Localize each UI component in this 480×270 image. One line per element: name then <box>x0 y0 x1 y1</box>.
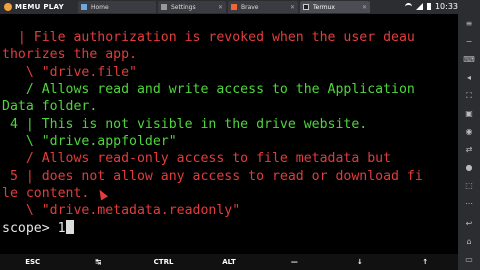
close-icon[interactable]: ✕ <box>362 4 367 11</box>
terminal-line: | File authorization is revoked when the… <box>2 30 415 45</box>
tab-label: Home <box>91 3 109 11</box>
close-icon[interactable]: ✕ <box>218 4 223 11</box>
extra-keys-bar: ESC ↹ CTRL ALT — ↓ ↑ <box>0 254 458 270</box>
terminal-line: thorizes the app. <box>2 47 137 62</box>
key-esc[interactable]: ESC <box>0 254 65 270</box>
key-tab[interactable]: ↹ <box>65 254 130 270</box>
tab-label: Brave <box>241 3 259 11</box>
emulator-titlebar: MEMU PLAY Home Settings ✕ Brave ✕ Termux… <box>0 0 480 14</box>
apk-icon[interactable]: ⬚ <box>463 180 475 191</box>
prompt-line[interactable]: scope> 1 <box>2 220 74 238</box>
key-dash[interactable]: — <box>262 254 327 270</box>
record-icon[interactable]: ● <box>463 162 475 173</box>
home-icon <box>81 4 87 10</box>
status-bar: 10:33 <box>404 2 458 11</box>
signal-icon <box>415 3 423 10</box>
tab-brave[interactable]: Brave ✕ <box>228 1 298 13</box>
terminal-line: \ "drive.appfolder" <box>2 134 177 149</box>
tab-label: Termux <box>313 3 335 11</box>
shake-icon[interactable]: ⇄ <box>463 144 475 155</box>
key-up[interactable]: ↑ <box>393 254 458 270</box>
screenshot-icon[interactable]: ▣ <box>463 108 475 119</box>
menu-icon[interactable]: ≡ <box>463 18 475 29</box>
battery-icon <box>426 3 431 10</box>
terminal-line: \ "drive.file" <box>2 65 137 80</box>
wifi-icon <box>404 3 412 10</box>
terminal-line: le content. <box>2 186 90 201</box>
fullscreen-icon[interactable]: ⛶ <box>463 90 475 101</box>
terminal-line: \ "drive.metadata.readonly" <box>2 203 241 218</box>
text-cursor <box>65 220 74 234</box>
volume-icon[interactable]: ◂ <box>463 72 475 83</box>
brave-icon <box>231 4 237 10</box>
tab-termux[interactable]: Termux ✕ <box>300 1 370 13</box>
key-ctrl[interactable]: CTRL <box>131 254 196 270</box>
terminal-line: Data folder. <box>2 99 98 114</box>
terminal-output[interactable]: | File authorization is revoked when the… <box>0 14 458 254</box>
back-icon[interactable]: ↩ <box>463 218 475 229</box>
emulator-toolbar: ≡ − ⌨ ◂ ⛶ ▣ ◉ ⇄ ● ⬚ ⋯ ↩ ⌂ ▭ <box>458 14 480 270</box>
key-alt[interactable]: ALT <box>196 254 261 270</box>
recents-icon[interactable]: ▭ <box>463 254 475 265</box>
minimize-icon[interactable]: − <box>463 36 475 47</box>
prompt-text: scope> 1 <box>2 221 66 236</box>
app-name: MEMU PLAY <box>15 3 64 11</box>
gear-icon <box>161 4 167 10</box>
keyboard-icon[interactable]: ⌨ <box>463 54 475 65</box>
home-button-icon[interactable]: ⌂ <box>463 236 475 247</box>
terminal-line: / Allows read and write access to the Ap… <box>2 82 415 97</box>
tab-home[interactable]: Home <box>78 1 156 13</box>
close-icon[interactable]: ✕ <box>290 4 295 11</box>
memu-logo: MEMU PLAY <box>4 2 64 12</box>
location-icon[interactable]: ◉ <box>463 126 475 137</box>
tab-label: Settings <box>171 3 196 11</box>
memu-logo-icon <box>4 3 12 11</box>
terminal-line: 4 | This is not visible in the drive web… <box>2 117 368 132</box>
key-down[interactable]: ↓ <box>327 254 392 270</box>
more-icon[interactable]: ⋯ <box>463 198 475 209</box>
clock: 10:33 <box>434 2 458 11</box>
termux-icon <box>303 4 309 10</box>
terminal-line: / Allows read-only access to file metada… <box>2 151 392 166</box>
tab-settings[interactable]: Settings ✕ <box>158 1 226 13</box>
terminal-line: 5 | does not allow any access to read or… <box>2 169 423 184</box>
